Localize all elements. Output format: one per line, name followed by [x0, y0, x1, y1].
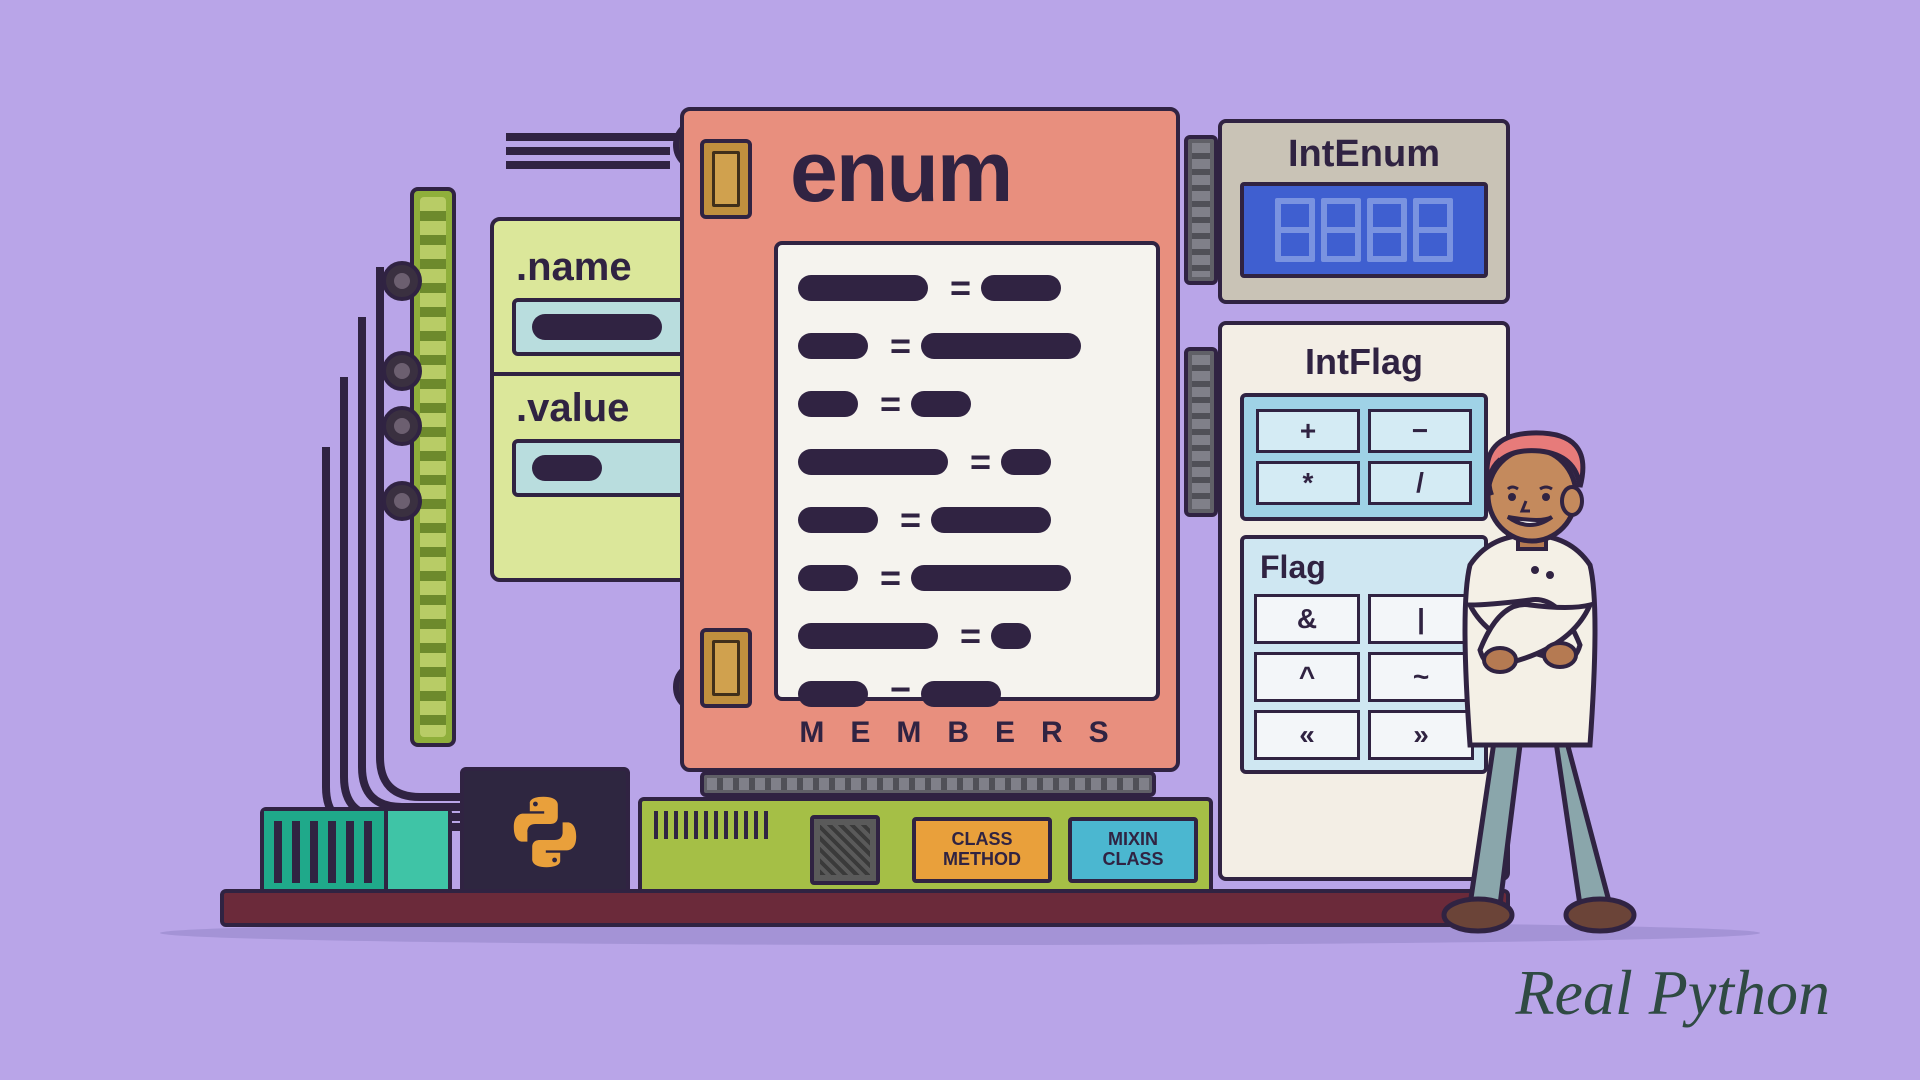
chip-icon — [700, 139, 752, 219]
connector-strip — [1184, 347, 1218, 517]
class-method-l2: METHOD — [943, 850, 1021, 870]
chip-icon — [700, 628, 752, 708]
key-lshift: « — [1254, 710, 1360, 760]
class-method-badge: CLASS METHOD — [912, 817, 1052, 883]
enum-module: enum = = = = = = = = MEMBERS — [680, 107, 1180, 772]
port-icon — [382, 351, 422, 391]
intenum-label: IntEnum — [1222, 133, 1506, 176]
port-icon — [382, 261, 422, 301]
port-icon — [382, 406, 422, 446]
members-display: = = = = = = = = — [774, 241, 1160, 701]
key-and: & — [1254, 594, 1360, 644]
enum-title: enum — [790, 123, 1011, 222]
bottom-module: CLASS METHOD MIXIN CLASS — [638, 797, 1213, 897]
intenum-panel: IntEnum — [1218, 119, 1510, 304]
real-python-logo: Real Python — [1515, 956, 1830, 1030]
connector-strip — [1184, 135, 1218, 285]
class-method-l1: CLASS — [951, 830, 1012, 850]
mixin-l2: CLASS — [1102, 850, 1163, 870]
mixin-l1: MIXIN — [1108, 830, 1158, 850]
key-plus: + — [1256, 409, 1360, 453]
grill-icon — [810, 815, 880, 885]
python-icon — [505, 792, 585, 872]
base-board — [220, 889, 1510, 927]
key-mult: * — [1256, 461, 1360, 505]
person-illustration — [1400, 405, 1660, 935]
teal-module — [260, 807, 452, 897]
python-logo-box — [460, 767, 630, 897]
connector-strip — [700, 771, 1156, 797]
left-rack — [410, 187, 456, 747]
intflag-label: IntFlag — [1240, 341, 1488, 383]
key-xor: ^ — [1254, 652, 1360, 702]
lcd-display — [1240, 182, 1488, 278]
members-label: MEMBERS — [774, 716, 1160, 750]
mixin-class-badge: MIXIN CLASS — [1068, 817, 1198, 883]
port-icon — [382, 481, 422, 521]
